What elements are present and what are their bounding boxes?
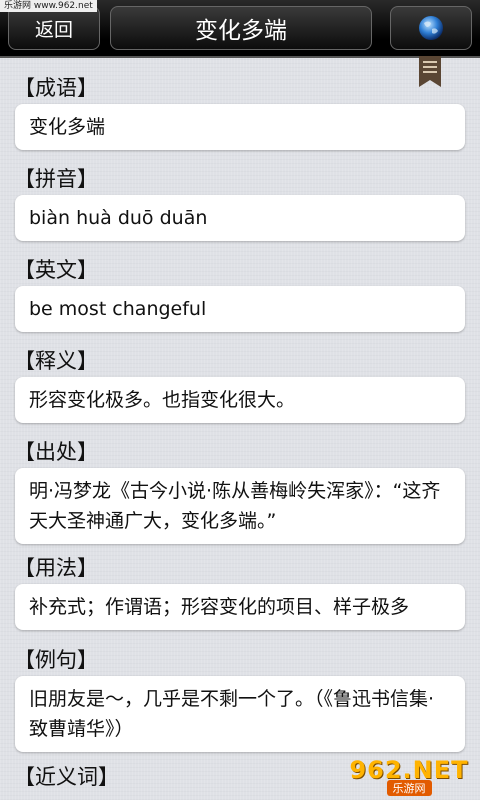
usage-card: 补充式；作谓语；形容变化的项目、样子极多	[15, 584, 465, 630]
section-label-meaning: 【释义】	[14, 349, 98, 373]
english-card: be most changeful	[15, 286, 465, 332]
section-label-source: 【出处】	[14, 440, 98, 464]
brand-logo: 962.NET 乐游网	[344, 756, 474, 796]
source-card: 明·冯梦龙《古今小说·陈从善梅岭失浑家》：“这齐天大圣神通广大，变化多端。”	[15, 468, 465, 544]
pinyin-card: biàn huà duō duān	[15, 195, 465, 241]
bookmark-icon[interactable]	[418, 56, 442, 88]
site-watermark: 乐游网 www.962.net	[0, 0, 97, 12]
section-label-english: 【英文】	[14, 258, 98, 282]
section-label-synonyms: 【近义词】	[14, 765, 119, 789]
section-label-pinyin: 【拼音】	[14, 167, 98, 191]
meaning-card: 形容变化极多。也指变化很大。	[15, 377, 465, 423]
globe-icon	[419, 16, 443, 40]
page-title: 变化多端	[110, 6, 372, 50]
brand-logo-sub: 乐游网	[386, 780, 432, 796]
section-label-example: 【例句】	[14, 648, 98, 672]
section-label-usage: 【用法】	[14, 556, 98, 580]
idiom-card: 变化多端	[15, 104, 465, 150]
globe-button[interactable]	[390, 6, 472, 50]
section-label-idiom: 【成语】	[14, 76, 98, 100]
back-button[interactable]: 返回	[8, 6, 100, 50]
example-card: 旧朋友是～，几乎是不剩一个了。（《鲁迅书信集·致曹靖华》）	[15, 676, 465, 752]
